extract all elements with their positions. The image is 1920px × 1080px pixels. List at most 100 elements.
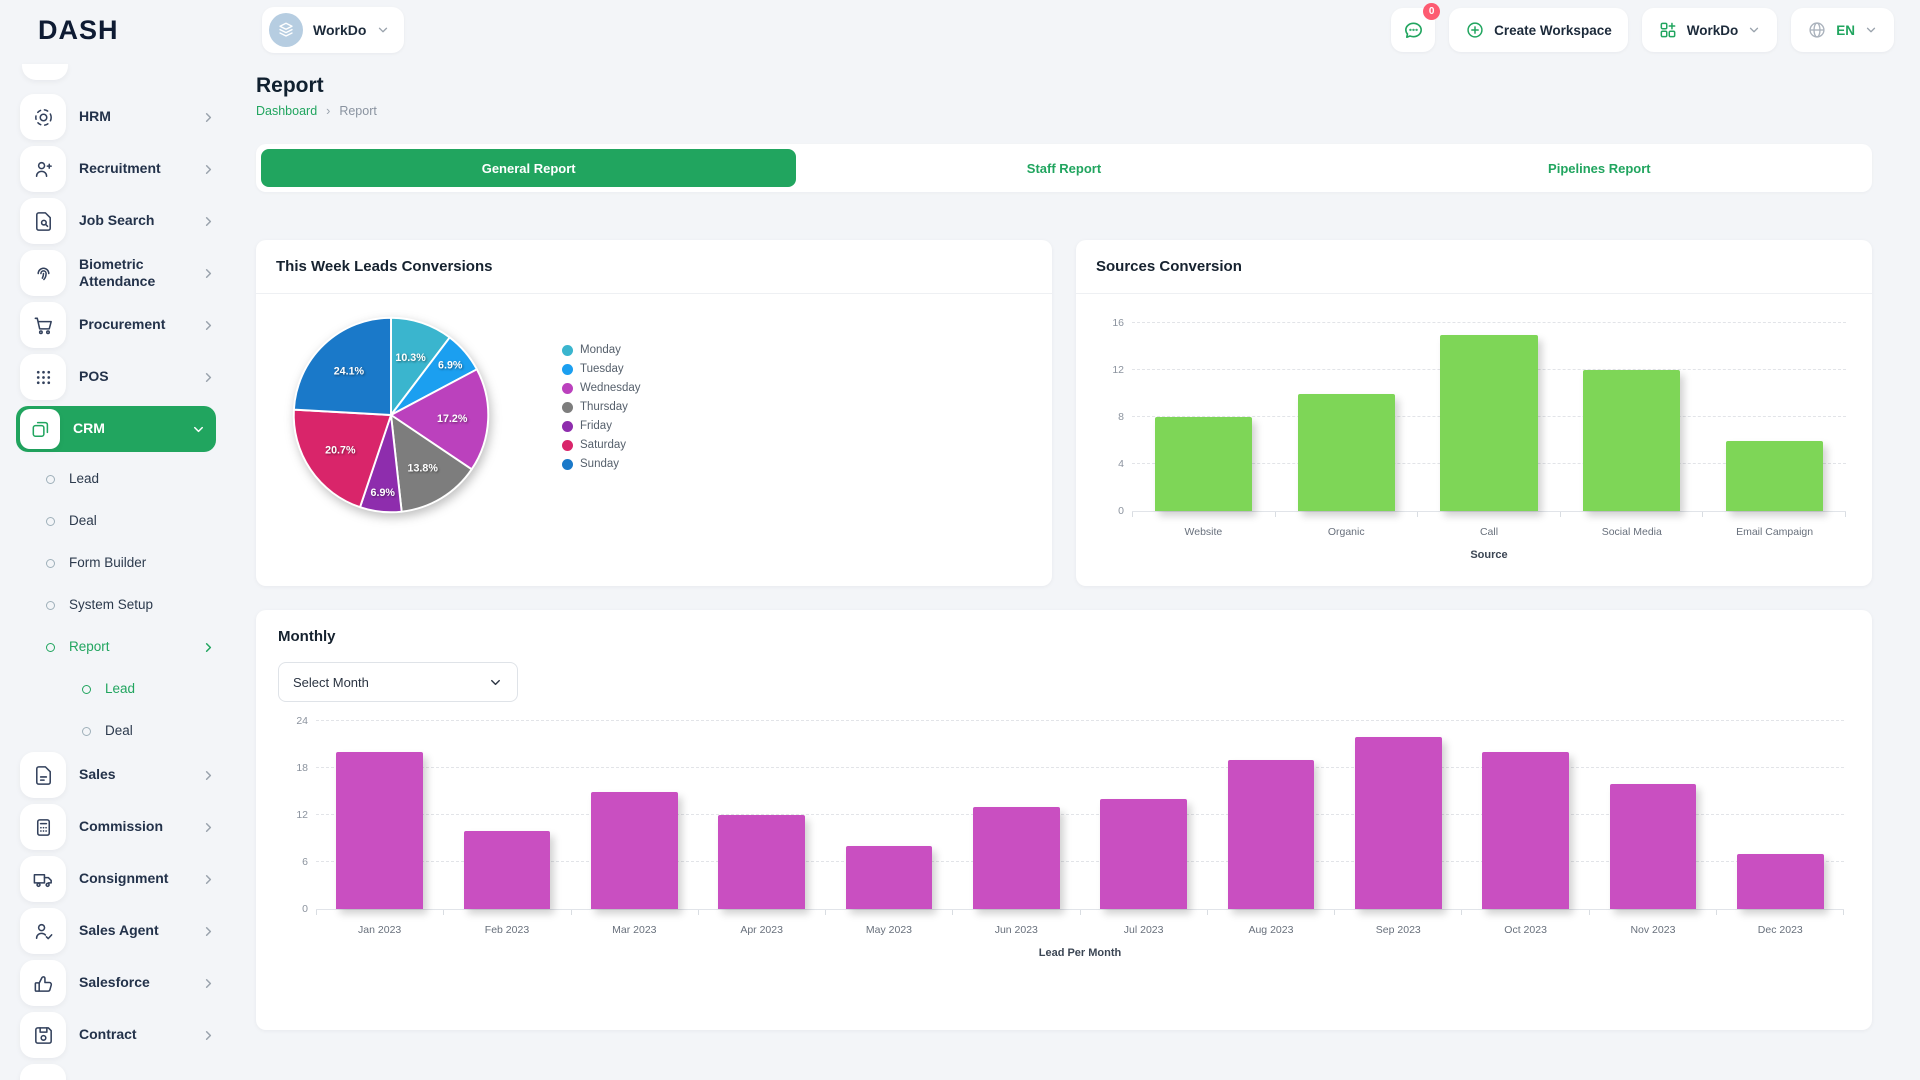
sidebar-item-consignment[interactable]: Consignment xyxy=(20,856,216,902)
x-tick-label: Email Campaign xyxy=(1703,526,1846,538)
sidebar-subitem-system-setup[interactable]: System Setup xyxy=(20,584,216,626)
sidebar-item-hrm[interactable]: HRM xyxy=(20,94,216,140)
legend-label: Saturday xyxy=(580,439,626,451)
bar-jan-2023[interactable] xyxy=(336,752,423,909)
sidebar-subitem-lead[interactable]: Lead xyxy=(20,458,216,500)
bar-dec-2023[interactable] xyxy=(1737,854,1824,909)
x-tick-label: Aug 2023 xyxy=(1207,924,1334,936)
sidebar-item-label: Procurement xyxy=(79,316,188,334)
sidebar-item-label: HRM xyxy=(79,108,188,126)
legend-item-wednesday[interactable]: Wednesday xyxy=(562,382,641,394)
bar-call[interactable] xyxy=(1440,335,1537,511)
tab-staff-report[interactable]: Staff Report xyxy=(796,149,1331,187)
bar-jun-2023[interactable] xyxy=(973,807,1060,909)
tab-pipelines-report[interactable]: Pipelines Report xyxy=(1332,149,1867,187)
chevron-right-icon xyxy=(201,266,216,281)
card-header: This Week Leads Conversions xyxy=(256,240,1052,294)
bar-jul-2023[interactable] xyxy=(1100,799,1187,909)
sales-agent-icon xyxy=(20,908,66,954)
monthly-bar-chart: 06121824Jan 2023Feb 2023Mar 2023Apr 2023… xyxy=(316,722,1844,959)
globe-icon xyxy=(1807,20,1827,40)
chevron-right-icon xyxy=(201,110,216,125)
sidebar-subitem-form-builder[interactable]: Form Builder xyxy=(20,542,216,584)
legend-dot-icon xyxy=(562,421,573,432)
pie-slice-value: 17.2% xyxy=(437,413,468,425)
apps-grid-icon xyxy=(1658,20,1678,40)
bar-aug-2023[interactable] xyxy=(1228,760,1315,909)
workspace-avatar xyxy=(269,13,303,47)
select-month-dropdown[interactable]: Select Month xyxy=(278,662,518,702)
breadcrumb-dashboard-link[interactable]: Dashboard xyxy=(256,104,317,118)
x-tick-label: Dec 2023 xyxy=(1717,924,1844,936)
chevron-right-icon xyxy=(201,162,216,177)
legend-dot-icon xyxy=(562,383,573,394)
y-tick-label: 0 xyxy=(278,903,308,915)
sidebar-item-salesforce[interactable]: Salesforce xyxy=(20,960,216,1006)
sidebar-subitem-deal[interactable]: Deal xyxy=(20,710,216,752)
bar-may-2023[interactable] xyxy=(846,846,933,909)
sidebar-item-crm[interactable]: CRM xyxy=(16,406,216,452)
bar-email-campaign[interactable] xyxy=(1726,441,1823,512)
sidebar-subitem-label: Lead xyxy=(105,681,216,698)
x-tick-label: Apr 2023 xyxy=(698,924,825,936)
crm-icon xyxy=(20,409,60,449)
bullet-circle-icon xyxy=(82,685,91,694)
sidebar-subitem-deal[interactable]: Deal xyxy=(20,500,216,542)
sidebar-subitem-lead[interactable]: Lead xyxy=(20,668,216,710)
bar-organic[interactable] xyxy=(1298,394,1395,512)
legend-item-tuesday[interactable]: Tuesday xyxy=(562,363,641,375)
bar-apr-2023[interactable] xyxy=(718,815,805,909)
sidebar-item-biometric-attendance[interactable]: Biometric Attendance xyxy=(20,250,216,296)
sidebar-item-procurement[interactable]: Procurement xyxy=(20,302,216,348)
sidebar-item-indiamart[interactable]: Indiamart xyxy=(20,1064,216,1080)
sidebar-item-label: Salesforce xyxy=(79,974,188,992)
sidebar-item-commission[interactable]: Commission xyxy=(20,804,216,850)
recruitment-icon xyxy=(20,146,66,192)
bar-website[interactable] xyxy=(1155,417,1252,511)
workspace-switcher[interactable]: WorkDo xyxy=(262,7,404,53)
sidebar-item-sales[interactable]: Sales xyxy=(20,752,216,798)
procurement-icon xyxy=(20,302,66,348)
pie-slice-value: 20.7% xyxy=(325,444,356,456)
x-tick-label: Jan 2023 xyxy=(316,924,443,936)
create-workspace-button[interactable]: Create Workspace xyxy=(1449,8,1628,52)
pie-slice-value: 6.9% xyxy=(371,487,396,499)
language-selector[interactable]: EN xyxy=(1791,8,1894,52)
sidebar-item-recruitment[interactable]: Recruitment xyxy=(20,146,216,192)
bar-social-media[interactable] xyxy=(1583,370,1680,511)
legend-item-saturday[interactable]: Saturday xyxy=(562,439,641,451)
sidebar-item-label: Commission xyxy=(79,818,188,836)
bar-feb-2023[interactable] xyxy=(464,831,551,909)
workspace-menu[interactable]: WorkDo xyxy=(1642,8,1778,52)
tab-general-report[interactable]: General Report xyxy=(261,149,796,187)
sidebar-item-contract[interactable]: Contract xyxy=(20,1012,216,1058)
sidebar-item-label: Biometric Attendance xyxy=(79,256,188,291)
gridline: 24 xyxy=(316,720,1844,721)
leads-pie-chart[interactable]: 10.3%6.9%17.2%13.8%6.9%20.7%24.1% xyxy=(284,308,498,527)
pie-slice-value: 13.8% xyxy=(408,462,439,474)
bar-sep-2023[interactable] xyxy=(1355,737,1442,909)
legend-item-sunday[interactable]: Sunday xyxy=(562,458,641,470)
legend-item-monday[interactable]: Monday xyxy=(562,344,641,356)
indiamart-icon xyxy=(20,1064,66,1080)
legend-item-friday[interactable]: Friday xyxy=(562,420,641,432)
dash-logo[interactable]: DASH xyxy=(0,15,230,46)
language-code: EN xyxy=(1836,23,1855,38)
sidebar-item-sales-agent[interactable]: Sales Agent xyxy=(20,908,216,954)
bar-mar-2023[interactable] xyxy=(591,792,678,910)
sidebar-item-label: Job Search xyxy=(79,212,188,230)
chevron-right-icon xyxy=(201,318,216,333)
bar-oct-2023[interactable] xyxy=(1482,752,1569,909)
bullet-circle-icon xyxy=(46,517,55,526)
card-title: Monthly xyxy=(256,628,358,645)
sidebar-subitem-label: Lead xyxy=(69,471,216,488)
sidebar-item-pos[interactable]: POS xyxy=(20,354,216,400)
x-tick-label: Social Media xyxy=(1560,526,1703,538)
messages-button[interactable]: 0 xyxy=(1391,8,1435,52)
sidebar-item-job-search[interactable]: Job Search xyxy=(20,198,216,244)
bullet-circle-icon xyxy=(46,559,55,568)
legend-item-thursday[interactable]: Thursday xyxy=(562,401,641,413)
bar-nov-2023[interactable] xyxy=(1610,784,1697,909)
sidebar-subitem-report[interactable]: Report xyxy=(20,626,216,668)
legend-dot-icon xyxy=(562,364,573,375)
